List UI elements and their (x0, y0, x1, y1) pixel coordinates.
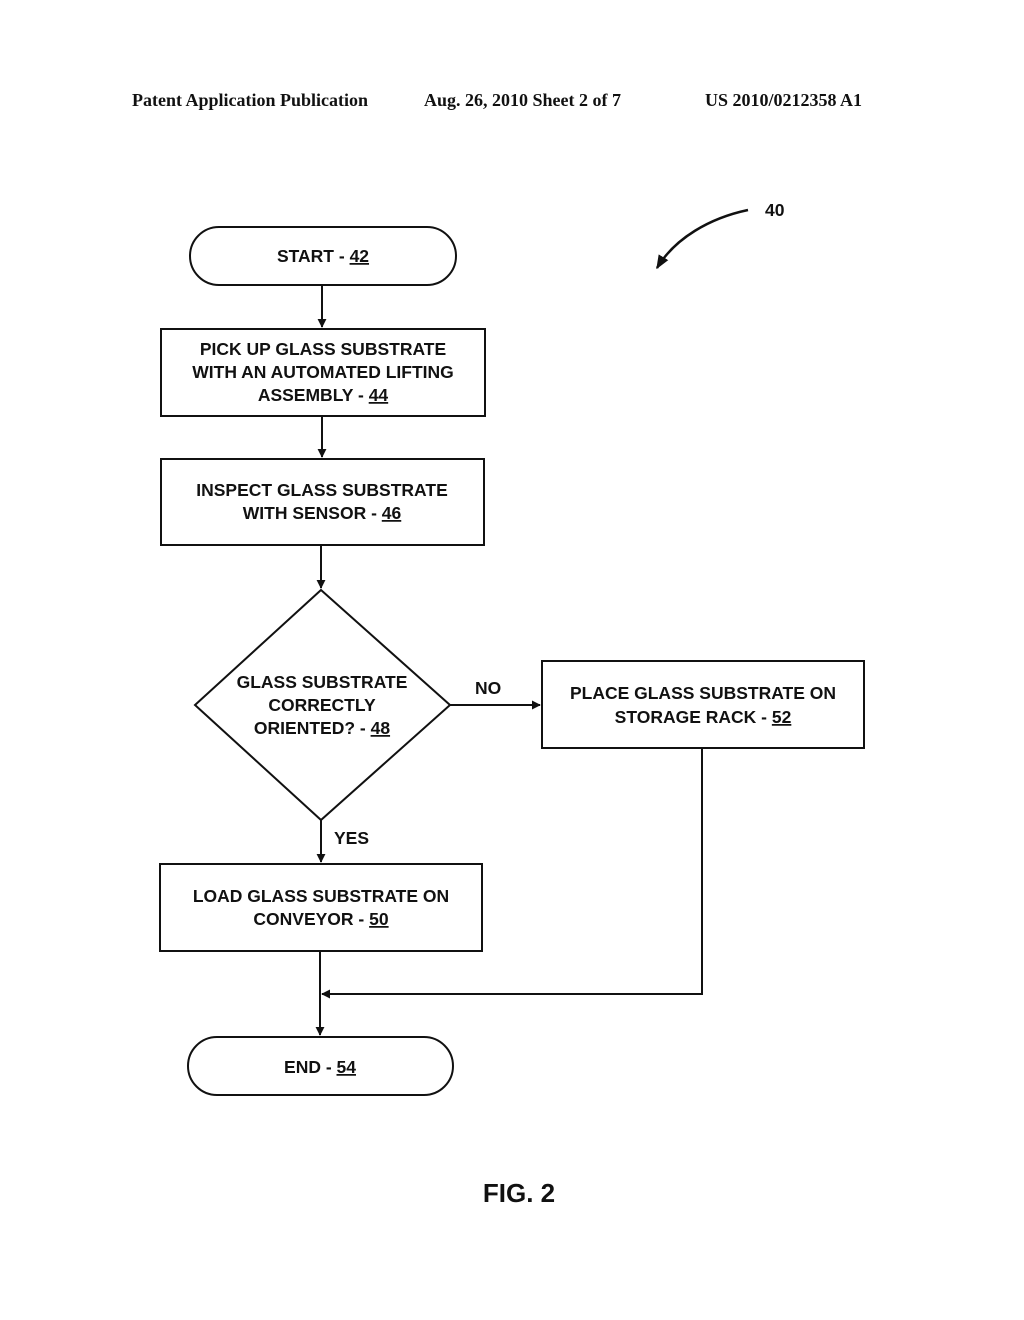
pickup-line-3: ASSEMBLY - 44 (258, 385, 389, 405)
start-terminal: START - 42 (189, 226, 457, 286)
place-line-2: STORAGE RACK - 52 (615, 707, 792, 727)
decision-line-2: CORRECTLY (268, 695, 376, 715)
inspect-process-box: INSPECT GLASS SUBSTRATE WITH SENSOR - 46 (160, 458, 485, 546)
reference-number-40: 40 (765, 200, 785, 220)
decision-line-1: GLASS SUBSTRATE (237, 672, 408, 692)
yes-label: YES (334, 828, 369, 848)
end-terminal: END - 54 (187, 1036, 454, 1096)
flowchart: 40 START - 42 PICK UP GLASS SUBSTRATE WI… (159, 200, 865, 1208)
load-line-2: CONVEYOR - 50 (253, 909, 388, 929)
decision-diamond: GLASS SUBSTRATE CORRECTLY ORIENTED? - 48 (193, 588, 452, 822)
pickup-line-2: WITH AN AUTOMATED LIFTING (192, 362, 454, 382)
pickup-line-1: PICK UP GLASS SUBSTRATE (200, 339, 446, 359)
start-label: START - 42 (277, 246, 369, 266)
place-line-1: PLACE GLASS SUBSTRATE ON (570, 683, 836, 703)
no-label: NO (475, 678, 501, 698)
load-process-box: LOAD GLASS SUBSTRATE ON CONVEYOR - 50 (159, 863, 483, 952)
place-process-box: PLACE GLASS SUBSTRATE ON STORAGE RACK - … (541, 660, 865, 749)
inspect-line-1: INSPECT GLASS SUBSTRATE (196, 480, 448, 500)
reference-arrow-40 (655, 208, 749, 270)
figure-caption: FIG. 2 (483, 1178, 555, 1208)
inspect-line-2: WITH SENSOR - 46 (243, 503, 402, 523)
pickup-process-box: PICK UP GLASS SUBSTRATE WITH AN AUTOMATE… (160, 328, 486, 417)
decision-line-3: ORIENTED? - 48 (254, 718, 390, 738)
end-label: END - 54 (284, 1057, 356, 1077)
load-line-1: LOAD GLASS SUBSTRATE ON (193, 886, 449, 906)
